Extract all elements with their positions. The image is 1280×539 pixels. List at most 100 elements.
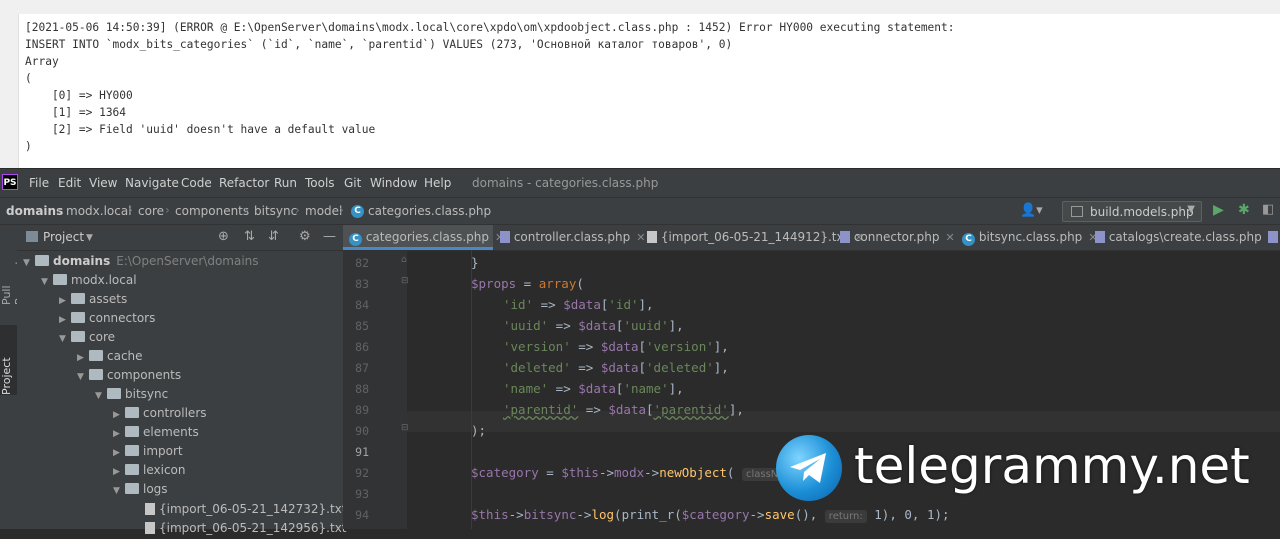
tree-label: lexicon	[143, 463, 186, 477]
code-token: (),	[794, 507, 825, 522]
breadcrumb-bitsync[interactable]: bitsync	[254, 204, 297, 218]
tab-label: {import_06-05-21_144912}.txt	[660, 230, 849, 244]
tree-item-modx-local[interactable]: ▼ modx.local	[41, 273, 137, 292]
menu-edit[interactable]: Edit	[58, 176, 81, 190]
tree-label: connectors	[89, 311, 156, 325]
code-line-84[interactable]: 'id' => $data['id'],	[503, 297, 654, 312]
menu-view[interactable]: View	[89, 176, 117, 190]
project-panel: Project ▼ ⊕ ⇅ ⇵ ⚙ — ▼ domains E:\OpenServe…	[17, 225, 347, 535]
fold-icon[interactable]: ⊟	[401, 276, 409, 286]
tree-item-assets[interactable]: ▶ assets	[59, 292, 127, 311]
php-class-icon: C	[351, 205, 364, 218]
code-line-92[interactable]: $category = $this->modx->newObject( clas…	[471, 465, 808, 481]
gear-icon[interactable]: ⚙	[299, 229, 311, 244]
menu-git[interactable]: Git	[344, 176, 361, 190]
line-number: 91	[355, 445, 369, 459]
tree-item-cache[interactable]: ▶ cache	[77, 349, 143, 368]
breadcrumb-domains[interactable]: domains	[6, 204, 63, 218]
collapse-all-icon[interactable]: ⇵	[268, 229, 279, 244]
hide-icon[interactable]: —	[323, 229, 336, 244]
line-number: 82	[355, 256, 369, 270]
tree-item-bitsync[interactable]: ▼ bitsync	[95, 387, 168, 406]
code-line-86[interactable]: 'version' => $data['version'],	[503, 339, 729, 354]
code-line-88[interactable]: 'name' => $data['name'],	[503, 381, 684, 396]
tree-item-logs[interactable]: ▼ logs	[113, 482, 168, 501]
watermark-text: telegrammy.net	[854, 437, 1250, 495]
tree-item-core[interactable]: ▼ core	[59, 330, 115, 349]
tree-item-elements[interactable]: ▶ elements	[113, 425, 199, 444]
tree-item-connectors[interactable]: ▶ connectors	[59, 311, 155, 330]
tree-item-import[interactable]: ▶ import	[113, 444, 183, 463]
breadcrumb-file[interactable]: categories.class.php	[368, 204, 491, 218]
tab-bitsync-class[interactable]: C bitsync.class.php ✕	[962, 225, 1098, 250]
tab-connector[interactable]: connector.php ✕	[840, 225, 955, 250]
code-token: 'parentid'	[503, 402, 579, 417]
tree-label: elements	[143, 425, 199, 439]
code-line-89[interactable]: 'parentid' => $data['parentid'],	[503, 402, 744, 417]
project-tab[interactable]: Project	[0, 325, 17, 395]
watermark: telegrammy.net	[776, 435, 1280, 505]
debug-icon[interactable]: ✱	[1238, 202, 1250, 218]
code-line-94[interactable]: $this->bitsync->log(print_r($category->s…	[471, 507, 950, 523]
tab-label: categories.class.php	[365, 230, 489, 244]
close-icon[interactable]: ✕	[946, 231, 955, 244]
run-configuration-select[interactable]: build.models.php ▼	[1062, 201, 1202, 222]
tab-import-log[interactable]: {import_06-05-21_144912}.txt ✕	[647, 225, 864, 250]
coverage-icon[interactable]: ◧	[1262, 202, 1274, 217]
tree-item-log-file[interactable]: {import_06-05-21_142732}.txt	[145, 501, 347, 520]
breadcrumb-model[interactable]: model	[305, 204, 342, 218]
code-token: (	[576, 276, 584, 291]
menu-tools[interactable]: Tools	[305, 176, 335, 190]
line-number: 87	[355, 361, 369, 375]
tree-label: import	[143, 444, 183, 458]
pull-requests-tab[interactable]: Pull Requests	[0, 233, 26, 305]
breadcrumb-modx-local[interactable]: modx.local	[66, 204, 132, 218]
menu-refactor[interactable]: Refactor	[219, 176, 269, 190]
tree-item-components[interactable]: ▼ components	[77, 368, 181, 387]
menu-navigate[interactable]: Navigate	[125, 176, 179, 190]
tab-controller-class[interactable]: controller.class.php ✕	[500, 225, 645, 250]
window-title: domains - categories.class.php	[472, 176, 659, 190]
code-line-82[interactable]: }	[471, 255, 479, 270]
tab-categories-class[interactable]: C categories.class.php✕	[343, 225, 504, 250]
expand-all-icon[interactable]: ⇅	[244, 229, 255, 244]
menu-run[interactable]: Run	[274, 176, 297, 190]
project-view-select[interactable]: Project	[43, 230, 84, 244]
tree-item-log-file[interactable]: {import_06-05-21_142956}.txt	[145, 520, 347, 539]
menu-file[interactable]: File	[29, 176, 49, 190]
menu-code[interactable]: Code	[181, 176, 212, 190]
php-file-icon	[1095, 231, 1105, 243]
line-number: 92	[355, 466, 369, 480]
tree-item-lexicon[interactable]: ▶ lexicon	[113, 463, 186, 482]
chevron-down-icon: ▼	[59, 334, 66, 344]
code-token: =>	[548, 318, 579, 333]
code-token: ->	[644, 465, 660, 480]
tree-label: modx.local	[71, 273, 137, 287]
chevron-down-icon[interactable]: ▼	[86, 233, 93, 243]
code-line-90[interactable]: );	[471, 423, 486, 438]
tab-overflow[interactable]	[1268, 225, 1278, 250]
menu-window[interactable]: Window	[370, 176, 417, 190]
tree-item-controllers[interactable]: ▶ controllers	[113, 406, 207, 425]
code-line-85[interactable]: 'uuid' => $data['uuid'],	[503, 318, 684, 333]
code-line-87[interactable]: 'deleted' => $data['deleted'],	[503, 360, 729, 375]
fold-icon[interactable]: ⌂	[401, 255, 407, 265]
chevron-down-icon: ▼	[23, 258, 30, 268]
locate-icon[interactable]: ⊕	[218, 229, 229, 244]
tab-catalogs-create[interactable]: catalogs\create.class.php✕	[1095, 225, 1277, 250]
fold-icon[interactable]: ⊟	[401, 423, 409, 433]
breadcrumb-core[interactable]: core	[138, 204, 164, 218]
user-icon[interactable]: 👤▾	[1020, 203, 1043, 218]
tree-item-domains[interactable]: ▼ domains E:\OpenServer\domains	[23, 254, 259, 273]
run-icon[interactable]: ▶	[1213, 202, 1224, 218]
menu-help[interactable]: Help	[424, 176, 451, 190]
php-class-icon: C	[962, 233, 975, 246]
breadcrumb-components[interactable]: components	[175, 204, 249, 218]
code-token: print_r	[621, 507, 675, 522]
close-icon[interactable]: ✕	[636, 231, 645, 244]
line-number: 90	[355, 424, 369, 438]
code-line-83[interactable]: $props = array(	[471, 276, 584, 291]
error-log-text: [2021-05-06 14:50:39] (ERROR @ E:\OpenSe…	[19, 14, 1280, 155]
chevron-down-icon: ▼	[95, 391, 102, 401]
telegram-logo-icon	[776, 435, 842, 501]
